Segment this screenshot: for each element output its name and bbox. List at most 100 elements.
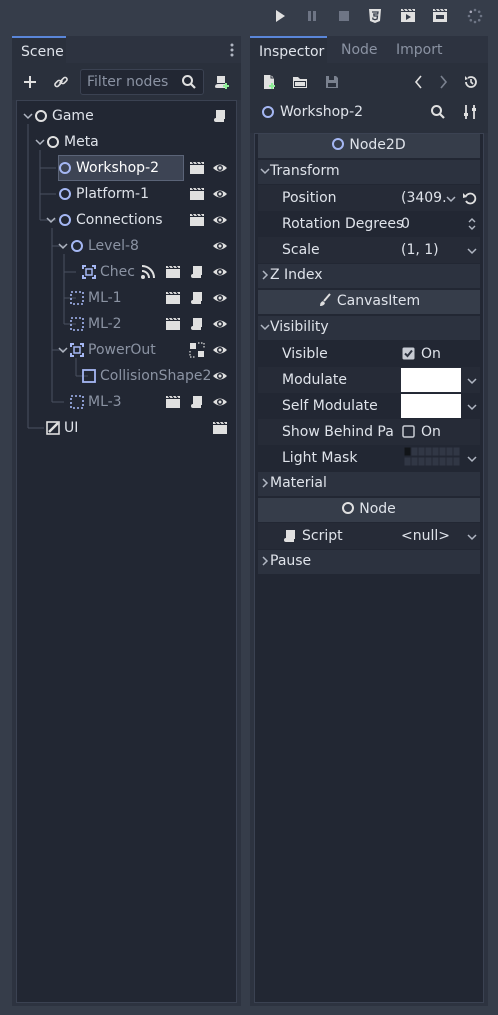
spinner-arrows-icon[interactable] [467,216,477,232]
visibility-eye-icon[interactable] [212,368,228,384]
instance-scene-icon[interactable] [189,212,205,228]
tree-item-label[interactable]: Workshop-2 [76,160,159,176]
visibility-eye-icon[interactable] [212,186,228,202]
tree-item-label[interactable]: Meta [64,134,99,150]
tree-item-label[interactable]: Level-8 [88,238,139,254]
dropdown-arrow-icon[interactable] [467,402,477,412]
light-mask-layer-grid[interactable] [404,447,464,467]
dropdown-arrow-icon[interactable] [467,376,477,386]
tree-item-label[interactable]: UI [64,420,78,436]
add-node-icon[interactable] [22,74,38,90]
show-behind-parent-checkbox[interactable] [402,425,415,438]
visibility-eye-icon[interactable] [212,342,228,358]
group-transform[interactable]: Transform [258,160,480,184]
play-scene-icon[interactable] [400,8,416,24]
visibility-eye-icon[interactable] [212,212,228,228]
filter-nodes-input[interactable] [87,73,179,91]
visibility-eye-icon[interactable] [212,238,228,254]
instance-link-icon[interactable] [53,74,69,90]
dropdown-arrow-icon[interactable] [446,194,456,204]
scale-value[interactable]: (1, 1) [401,242,439,258]
position-label: Position [282,190,337,206]
html5-icon[interactable] [367,8,383,24]
collapse-arrow-icon[interactable] [57,344,69,356]
group-visibility[interactable]: Visibility [258,316,480,340]
tree-item-label[interactable]: Chec [100,264,135,280]
visibility-eye-icon[interactable] [212,394,228,410]
visibility-eye-icon[interactable] [212,290,228,306]
top-toolbar [0,0,498,32]
stop-icon[interactable] [336,8,352,24]
tree-item-label[interactable]: ML-3 [88,394,122,410]
tree-item-label[interactable]: ML-1 [88,290,122,306]
dropdown-arrow-icon[interactable] [467,532,477,542]
search-icon[interactable] [430,104,446,120]
visible-checkbox[interactable] [402,347,415,360]
group-selected-icon[interactable] [189,342,205,358]
group-z-index[interactable]: Z Index [258,264,480,288]
group-pause[interactable]: Pause [258,550,480,574]
self-modulate-color-swatch[interactable] [401,394,461,418]
modulate-color-swatch[interactable] [401,368,461,392]
visibility-eye-icon[interactable] [212,316,228,332]
tree-item-label[interactable]: Game [52,108,94,124]
new-resource-icon[interactable] [261,74,277,90]
history-back-icon[interactable] [411,74,427,90]
save-icon[interactable] [324,74,340,90]
tree-item-label[interactable]: ML-2 [88,316,122,332]
instance-scene-icon[interactable] [165,290,181,306]
group-material[interactable]: Material [258,472,480,496]
tab-scene[interactable]: Scene [12,36,66,63]
visibility-eye-icon[interactable] [212,264,228,280]
instance-scene-icon[interactable] [165,394,181,410]
script-icon[interactable] [189,290,205,306]
instance-scene-icon[interactable] [165,264,181,280]
tab-import[interactable]: Import [396,36,442,63]
collapse-arrow-icon[interactable] [57,240,69,252]
script-icon[interactable] [189,264,205,280]
script-icon[interactable] [189,316,205,332]
attach-script-icon[interactable] [214,74,230,90]
show-behind-parent-value[interactable]: On [421,424,441,440]
area-box-icon [69,394,85,410]
tab-node[interactable]: Node [341,36,378,63]
load-folder-icon[interactable] [292,74,308,90]
play-custom-scene-icon[interactable] [432,8,448,24]
instance-scene-icon[interactable] [212,420,228,436]
dropdown-arrow-icon[interactable] [467,246,477,256]
signals-icon[interactable] [140,264,156,280]
node2d-circle-icon [57,212,73,228]
scene-menu-icon[interactable] [228,42,236,58]
tree-item-label[interactable]: Connections [76,212,163,228]
tree-item-label[interactable]: PowerOut [88,342,156,358]
dropdown-arrow-icon[interactable] [467,454,477,464]
tab-inspector[interactable]: Inspector [250,36,327,63]
object-properties-icon[interactable] [462,104,478,120]
visible-value[interactable]: On [421,346,441,362]
history-forward-icon[interactable] [435,74,451,90]
area-box-icon [69,290,85,306]
history-menu-icon[interactable] [463,74,479,90]
rotation-value[interactable]: 0 [401,216,410,232]
node-circle-icon [342,502,355,514]
instance-scene-icon[interactable] [189,160,205,176]
script-label: Script [302,528,343,544]
position-value[interactable]: (3409. [401,190,447,206]
section-node2d: Node2D [258,134,480,158]
collapse-arrow-icon[interactable] [45,214,57,226]
instance-scene-icon[interactable] [189,186,205,202]
tree-item-label[interactable]: CollisionShape2 [100,368,211,384]
visibility-eye-icon[interactable] [212,160,228,176]
script-icon[interactable] [212,108,228,124]
script-value[interactable]: <null> [401,528,450,544]
visible-label: Visible [282,346,328,362]
filter-nodes-field[interactable] [80,69,204,95]
control-icon [45,420,61,436]
revert-icon[interactable] [462,190,478,206]
script-icon[interactable] [189,394,205,410]
play-icon[interactable] [272,8,288,24]
instance-scene-icon[interactable] [165,316,181,332]
pause-icon[interactable] [304,8,320,24]
inspected-object-name[interactable]: Workshop-2 [280,104,363,120]
tree-item-label[interactable]: Platform-1 [76,186,149,202]
